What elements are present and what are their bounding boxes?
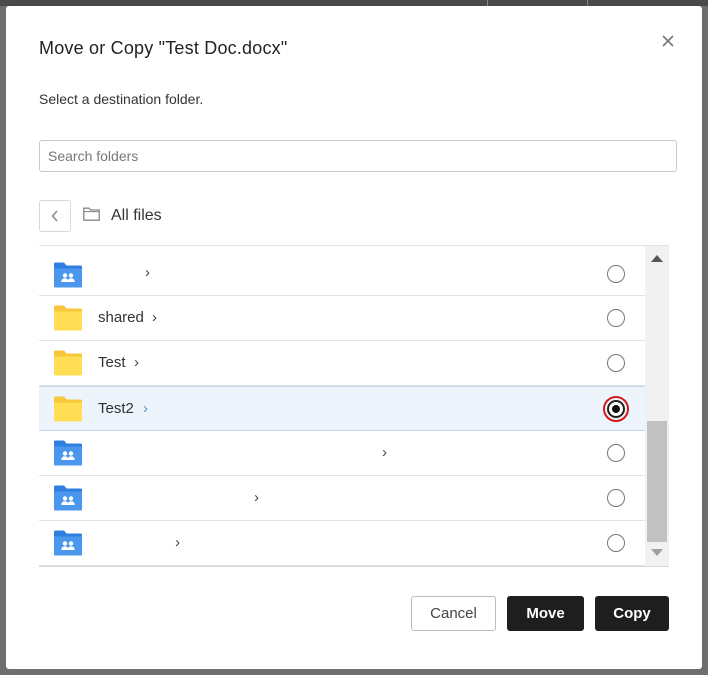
folder-radio[interactable] — [607, 265, 625, 283]
scroll-up-arrow-icon[interactable] — [651, 255, 663, 262]
folder-name: Test2 — [98, 400, 134, 417]
scrollbar-thumb[interactable] — [647, 421, 667, 542]
close-button[interactable] — [657, 30, 679, 52]
move-button[interactable]: Move — [507, 596, 584, 631]
folder-radio-checked[interactable] — [603, 396, 629, 422]
folder-row[interactable]: › — [39, 521, 645, 566]
folder-radio[interactable] — [607, 309, 625, 327]
shared-folder-icon — [54, 262, 82, 288]
move-copy-dialog: Move or Copy "Test Doc.docx" Select a de… — [6, 6, 702, 669]
close-icon — [662, 35, 674, 47]
folder-icon — [54, 350, 82, 376]
chevron-right-icon: › — [143, 400, 148, 417]
folder-list-scrollbar[interactable] — [645, 246, 669, 566]
scroll-down-arrow-icon[interactable] — [651, 549, 663, 556]
cancel-button[interactable]: Cancel — [411, 596, 496, 631]
folder-radio[interactable] — [607, 534, 625, 552]
highlight-ring — [603, 396, 629, 422]
shared-folder-icon — [54, 485, 82, 511]
breadcrumb-current: All files — [111, 207, 162, 224]
search-folders-input[interactable] — [39, 140, 677, 172]
dialog-title: Move or Copy "Test Doc.docx" — [39, 38, 288, 58]
folder-radio[interactable] — [607, 444, 625, 462]
folder-radio[interactable] — [607, 489, 625, 507]
chevron-right-icon: › — [382, 444, 387, 461]
shared-folder-icon — [54, 530, 82, 556]
folder-icon — [54, 396, 82, 422]
folder-radio[interactable] — [607, 354, 625, 372]
folder-row[interactable]: shared › — [39, 296, 645, 341]
folder-row[interactable]: › — [39, 246, 645, 296]
chevron-right-icon: › — [254, 489, 259, 506]
dialog-instruction: Select a destination folder. — [39, 91, 204, 107]
folder-row[interactable]: › — [39, 431, 645, 476]
chevron-right-icon: › — [134, 354, 139, 371]
list-divider — [39, 566, 669, 567]
chevron-right-icon: › — [152, 309, 157, 326]
folder-list: › shared › Test › Test2 › › › › — [39, 246, 645, 566]
copy-button[interactable]: Copy — [595, 596, 669, 631]
shared-folder-icon — [54, 440, 82, 466]
folder-name: shared — [98, 309, 144, 326]
folder-row[interactable]: Test › — [39, 341, 645, 386]
back-button[interactable] — [39, 200, 71, 232]
folder-row-selected[interactable]: Test2 › — [39, 386, 645, 431]
chevron-right-icon: › — [175, 534, 180, 551]
chevron-right-icon: › — [145, 264, 150, 281]
chevron-left-icon — [51, 210, 58, 222]
folder-name: Test — [98, 354, 126, 371]
folder-row[interactable]: › — [39, 476, 645, 521]
folder-icon — [54, 305, 82, 331]
folder-outline-icon — [83, 207, 100, 221]
